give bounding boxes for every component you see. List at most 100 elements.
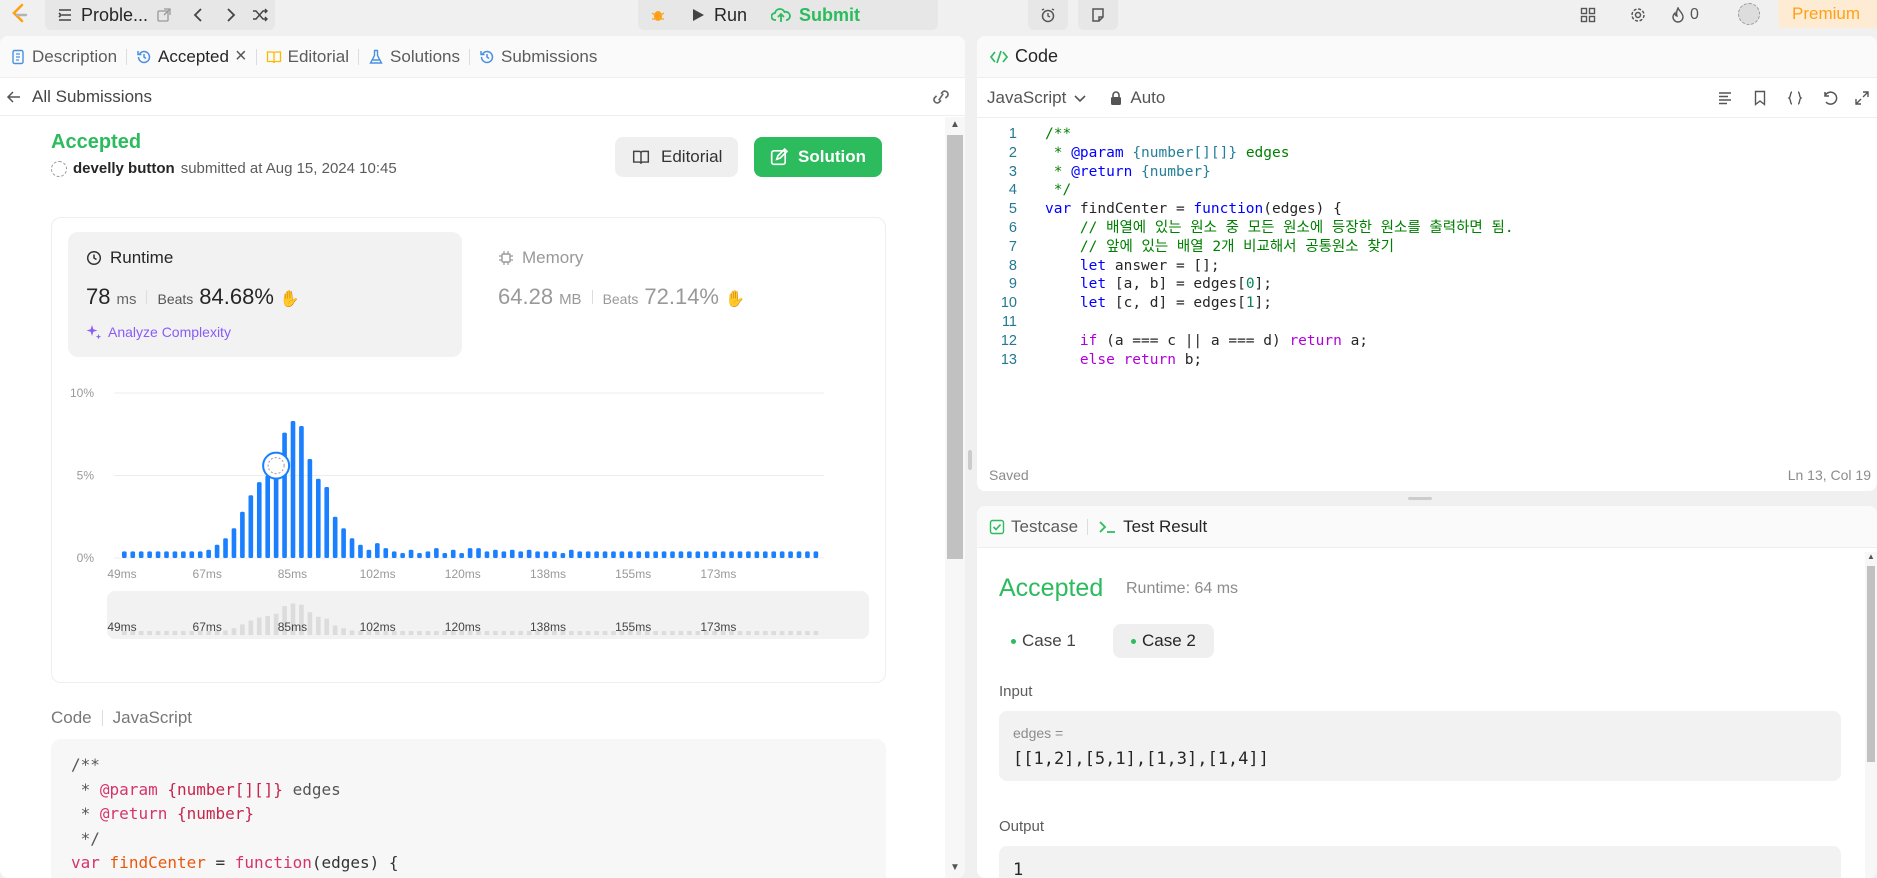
chart-bar [560, 553, 566, 558]
tab-description[interactable]: Description [0, 36, 126, 78]
fullscreen-button[interactable] [1847, 83, 1877, 113]
input-box[interactable]: edges = [[1,2],[5,1],[1,3],[1,4]] [999, 711, 1841, 781]
prev-problem-button[interactable] [184, 0, 214, 30]
reset-code-button[interactable] [1812, 83, 1847, 113]
chart-bar [619, 551, 625, 558]
overview-bar [256, 617, 262, 635]
layout-button[interactable] [1568, 0, 1608, 30]
left-scrollbar[interactable]: ▲ ▼ [945, 117, 965, 878]
tab-test-result[interactable]: Test Result [1088, 506, 1216, 548]
tab-accepted[interactable]: Accepted × [127, 36, 256, 78]
link-icon [933, 90, 949, 104]
leetcode-logo-icon[interactable] [8, 2, 32, 26]
result-scroll-up-arrow[interactable]: ▲ [1867, 552, 1875, 561]
chart-bar [796, 551, 802, 558]
output-box[interactable]: 1 [999, 846, 1841, 878]
streak-counter[interactable]: 0 [1662, 0, 1707, 30]
chart-bar [417, 553, 422, 558]
editorial-button[interactable]: Editorial [615, 137, 739, 177]
tab-submissions-label: Submissions [500, 46, 598, 66]
cloud-upload-icon [771, 8, 791, 22]
chart-bar [172, 551, 178, 558]
chevron-left-icon [193, 8, 202, 22]
chip-icon [499, 251, 513, 265]
analyze-complexity-link[interactable]: Analyze Complexity [86, 324, 231, 340]
language-select[interactable]: JavaScript [977, 88, 1088, 108]
share-link-button[interactable] [931, 88, 951, 111]
premium-button[interactable]: Premium [1778, 0, 1877, 28]
timer-button[interactable] [1028, 0, 1068, 30]
result-scrollbar[interactable]: ▲ [1865, 552, 1877, 878]
overview-bar [670, 631, 675, 635]
close-tab-icon[interactable]: × [235, 45, 247, 68]
chart-bar [450, 549, 456, 558]
x-tick-label: 120ms [445, 567, 481, 581]
scroll-up-arrow[interactable]: ▲ [950, 119, 960, 130]
settings-button[interactable] [1618, 0, 1658, 30]
problem-list-button[interactable]: Proble... [45, 0, 184, 30]
scroll-down-arrow[interactable]: ▼ [950, 862, 960, 873]
case-1-tab[interactable]: Case 1 [997, 624, 1090, 658]
editor-code: /** * @param {number[][]} edges * @retur… [1045, 119, 1877, 437]
chart-bar [712, 551, 717, 558]
random-problem-button[interactable] [245, 0, 275, 30]
code-editor[interactable]: 1 2 3 4 5 6 7 8 9 10 11 12 13 /** * @param {number[]… [977, 119, 1877, 437]
run-button[interactable]: Run [678, 0, 759, 30]
submitter-name[interactable]: develly button [73, 160, 175, 177]
tab-submissions[interactable]: Submissions [470, 36, 606, 78]
overview-tick-label: 85ms [278, 620, 307, 634]
result-scroll-thumb[interactable] [1867, 566, 1875, 762]
scroll-thumb[interactable] [947, 135, 963, 559]
tab-solutions[interactable]: Solutions [359, 36, 469, 78]
overview-bar [518, 631, 524, 635]
problem-list-label: Proble... [81, 4, 149, 25]
code-line: * @return {number} [71, 804, 255, 823]
all-submissions-link[interactable]: All Submissions [0, 87, 152, 107]
chart-bar [164, 551, 169, 558]
editorial-button-label: Editorial [661, 147, 723, 166]
horizontal-resize-handle[interactable] [1408, 497, 1432, 500]
runtime-card[interactable]: Runtime 78 ms Beats 84.68% ✋ Analyze Com… [68, 232, 462, 357]
tab-editorial-label: Editorial [287, 46, 350, 66]
solution-button[interactable]: Solution [754, 137, 882, 177]
chart-bar [366, 549, 372, 558]
tab-editorial[interactable]: Editorial [257, 36, 358, 78]
chart-bar [501, 551, 507, 558]
overview-bar [147, 631, 152, 635]
memory-value-row: 64.28 MB Beats 72.14% ✋ [498, 284, 745, 310]
tab-testcase-label: Testcase [1011, 516, 1079, 536]
next-problem-button[interactable] [214, 0, 244, 30]
chart-bar [720, 551, 726, 558]
chart-bar [223, 538, 228, 558]
overview-bar [324, 618, 330, 635]
alarm-clock-icon [1041, 8, 1055, 23]
overview-tick-label: 155ms [615, 620, 651, 634]
runtime-beats-label: Beats [157, 291, 194, 307]
tab-code[interactable]: Code [977, 36, 1067, 78]
format-button[interactable] [1707, 83, 1742, 113]
streak-count: 0 [1690, 6, 1699, 23]
timer-group [1028, 0, 1068, 30]
bookmark-button[interactable] [1742, 83, 1777, 113]
vertical-resize-handle[interactable] [968, 450, 972, 470]
editor-panel: Code JavaScript Auto 1 2 3 4 5 6 7 8 9 10 11 12 13 /… [977, 36, 1877, 491]
user-avatar[interactable] [1738, 3, 1760, 25]
debug-button[interactable] [638, 0, 678, 30]
overview-bar [425, 631, 431, 635]
notes-button[interactable] [1078, 0, 1118, 30]
case-2-tab[interactable]: Case 2 [1113, 624, 1214, 658]
auto-mode[interactable]: Auto [1088, 88, 1165, 108]
braces-button[interactable] [1777, 83, 1812, 113]
memory-card[interactable]: Memory 64.28 MB Beats 72.14% ✋ [462, 232, 856, 357]
chart-bar [197, 551, 203, 558]
editor-toolbar: JavaScript Auto [977, 78, 1877, 118]
submit-button[interactable]: Submit [759, 0, 872, 30]
overview-bar [231, 628, 237, 635]
chart-bar [290, 421, 296, 558]
tab-testcase[interactable]: Testcase [977, 506, 1087, 548]
overview-bar [754, 631, 760, 635]
chart-bar [771, 551, 777, 558]
overview-bar [248, 620, 254, 635]
chart-bar [231, 528, 237, 558]
submitted-code-block[interactable]: /** * @param {number[][]} edges * @retur… [51, 739, 886, 878]
